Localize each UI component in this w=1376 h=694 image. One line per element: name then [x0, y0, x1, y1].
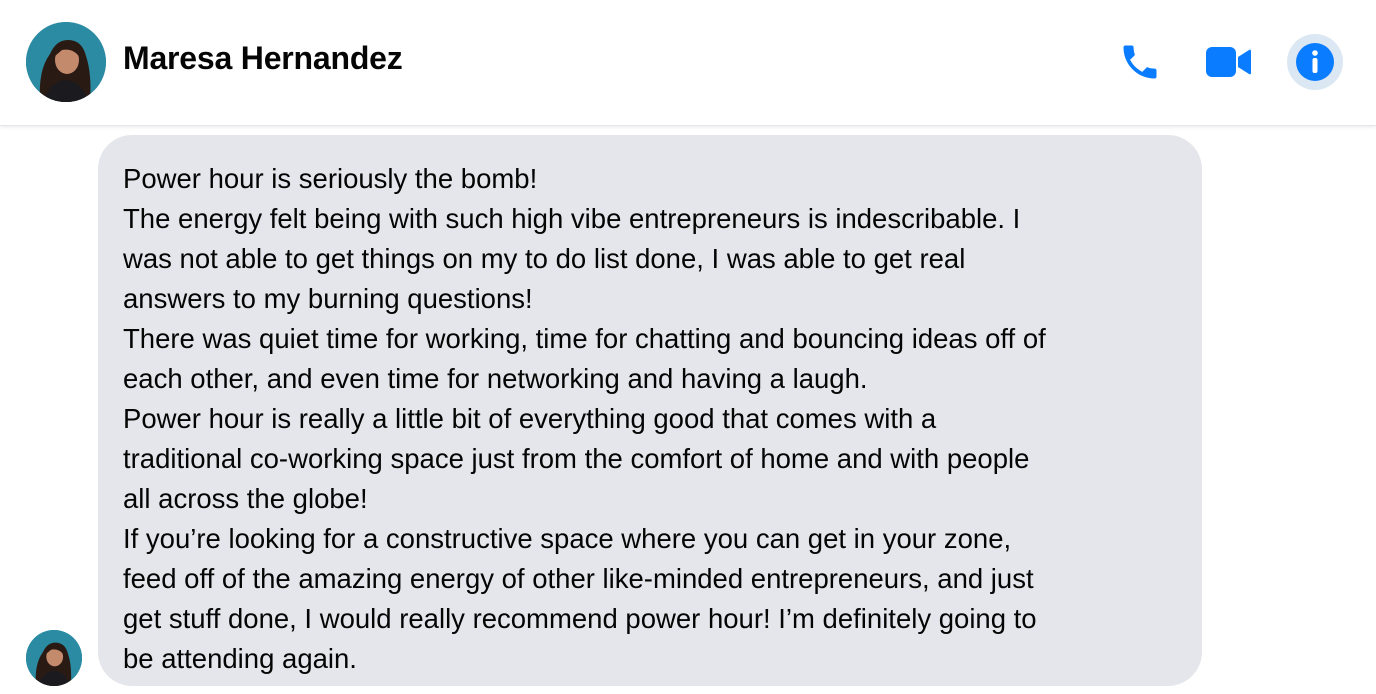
message-line: all across the globe!	[123, 483, 368, 514]
message-bubble[interactable]: Power hour is seriously the bomb! The en…	[98, 135, 1202, 686]
contact-avatar[interactable]	[26, 22, 106, 102]
phone-icon	[1123, 45, 1157, 79]
message-line: feed off of the amazing energy of other …	[123, 563, 1034, 594]
message-line: There was quiet time for working, time f…	[123, 323, 1046, 354]
message-line: Power hour is really a little bit of eve…	[123, 403, 937, 434]
message-line: traditional co-working space just from t…	[123, 443, 1030, 474]
info-icon	[1296, 43, 1334, 81]
message-line: be attending again.	[123, 643, 357, 674]
contact-name: Maresa Hernandez	[123, 40, 403, 76]
video-call-button[interactable]	[1200, 34, 1256, 90]
chat-header: Maresa Hernandez	[0, 0, 1376, 126]
message-line: answers to my burning questions!	[123, 283, 533, 314]
call-button[interactable]	[1112, 34, 1168, 90]
profile-photo	[26, 22, 106, 102]
sender-avatar[interactable]	[26, 630, 82, 686]
message-line: get stuff done, I would really recommend…	[123, 603, 1037, 634]
info-button[interactable]	[1287, 34, 1343, 90]
video-camera-icon	[1206, 47, 1251, 77]
message-line: each other, and even time for networking…	[123, 363, 868, 394]
message-line: If you’re looking for a constructive spa…	[123, 523, 1012, 554]
profile-photo	[26, 630, 82, 686]
message-thread: Power hour is seriously the bomb! The en…	[0, 127, 1376, 694]
message-line: was not able to get things on my to do l…	[123, 243, 966, 274]
message-line: Power hour is seriously the bomb!	[123, 163, 538, 194]
message-line: The energy felt being with such high vib…	[123, 203, 1021, 234]
